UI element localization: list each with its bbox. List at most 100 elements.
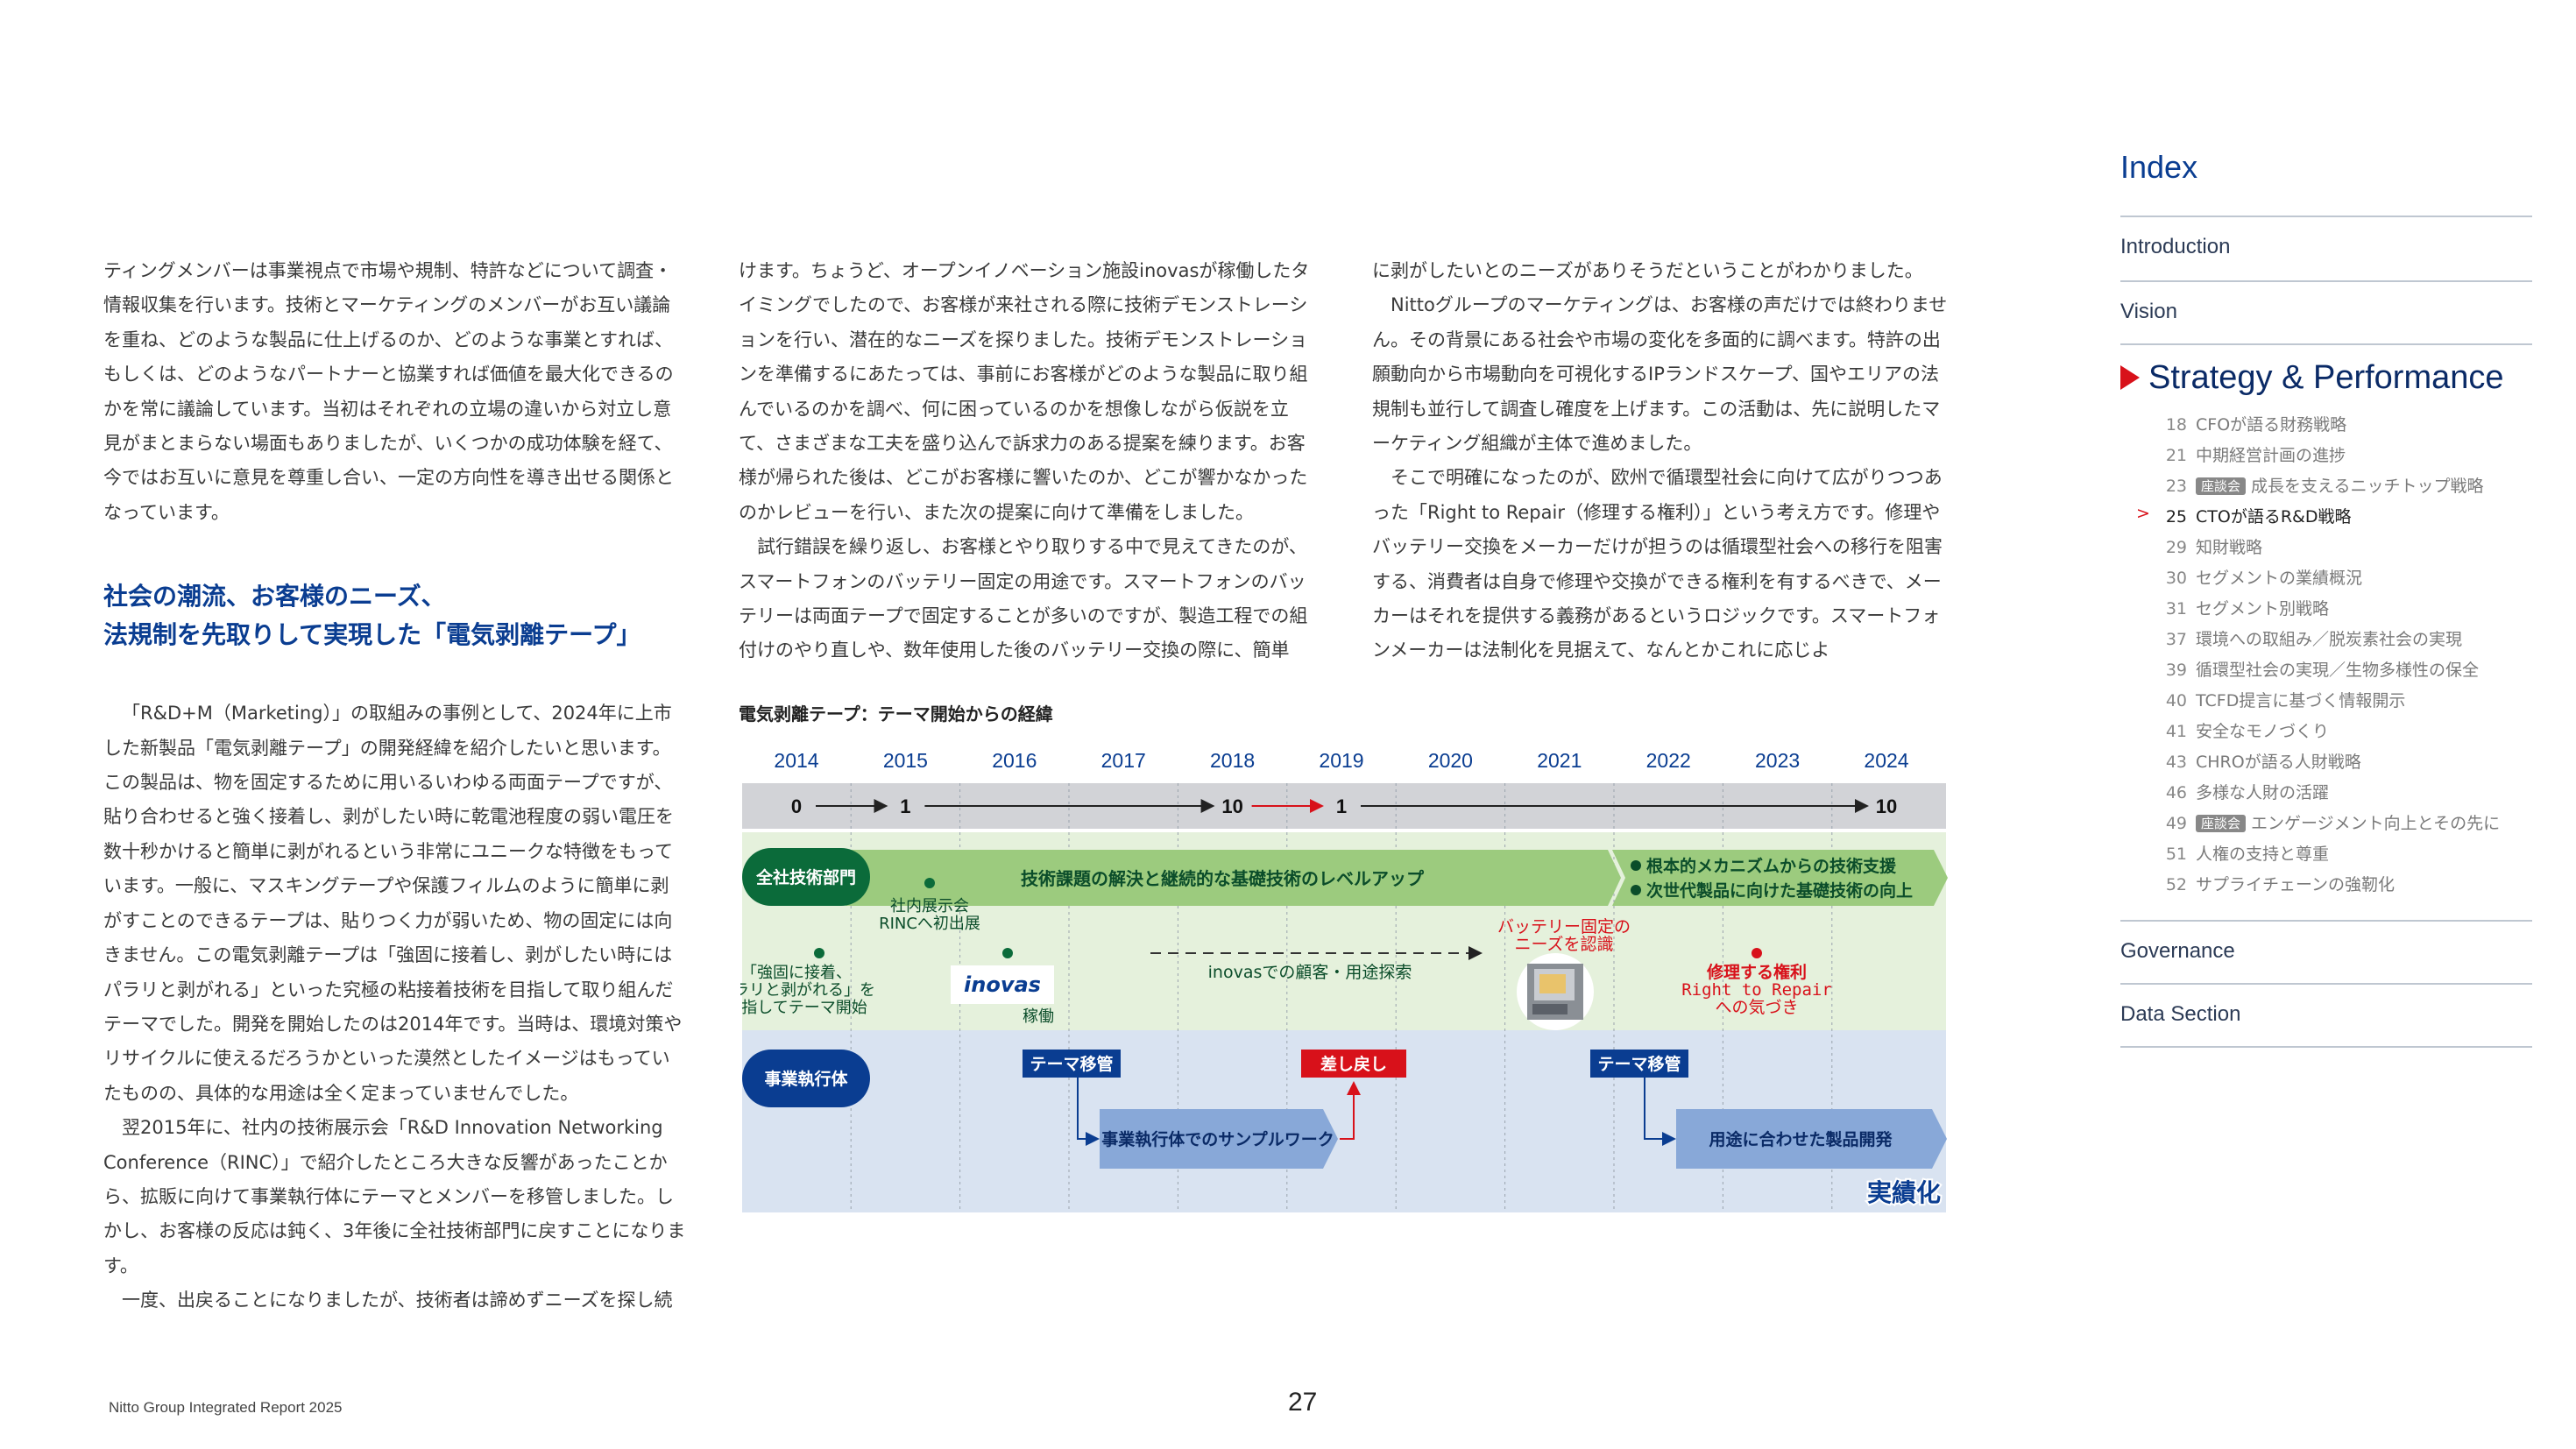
index-title: Index <box>2120 149 2198 185</box>
start-label-3: 目指してテーマ開始 <box>740 999 867 1017</box>
index-subitem[interactable]: 37 環境への取組み／脱炭素社会の実現 <box>2120 626 2462 650</box>
index-subitem[interactable]: >25 CTOが語るR&D戦略 <box>2120 504 2351 527</box>
subitem-label: エンゲージメント向上とその先に <box>2251 814 2501 833</box>
divider <box>2120 1046 2532 1048</box>
subitem-label: 成長を支えるニッチトップ戦略 <box>2251 477 2484 496</box>
year-label: 2015 <box>883 749 928 772</box>
year-label: 2016 <box>992 749 1037 772</box>
index-subitem[interactable]: 31 セグメント別戦略 <box>2120 596 2329 619</box>
divider <box>2120 280 2532 282</box>
subitem-label: セグメントの業績概況 <box>2196 569 2363 588</box>
roundtable-tag: 座談会 <box>2196 815 2247 832</box>
business-lane-label: 事業執行体 <box>764 1069 848 1089</box>
repair-label-3: への気づき <box>1715 998 1798 1017</box>
event-dot <box>1002 948 1013 958</box>
index-item-governance[interactable]: Governance <box>2120 939 2235 964</box>
bullet-dot <box>1631 860 1641 871</box>
report-footer: Nitto Group Integrated Report 2025 <box>109 1399 343 1416</box>
event-dot <box>924 878 935 888</box>
page-number: 21 <box>2165 446 2187 465</box>
battery-photo <box>1527 964 1583 1020</box>
inovas-activity-label: inovasでの顧客・用途探索 <box>1208 963 1412 982</box>
count-value: 1 <box>900 795 910 817</box>
year-label: 2014 <box>774 749 818 772</box>
subitem-label: 環境への取組み／脱炭素社会の実現 <box>2196 630 2463 649</box>
year-label: 2022 <box>1646 749 1691 772</box>
subitem-label: 安全なモノづくり <box>2196 722 2330 741</box>
divider <box>2120 983 2532 985</box>
year-label: 2018 <box>1210 749 1255 772</box>
bullet-dot <box>1631 885 1641 895</box>
end-banner-label-2: 次世代製品に向けた基礎技術の向上 <box>1646 880 1913 901</box>
index-item-strategy[interactable]: Strategy & Performance <box>2120 359 2504 397</box>
paragraph: ティングメンバーは事業視点で市場や規制、特許などについて調査・情報収集を行います… <box>103 260 674 523</box>
index-subitem[interactable]: 52 サプライチェーンの強靭化 <box>2120 872 2395 895</box>
divider <box>2120 920 2532 922</box>
rinc-label-1: 社内展示会 <box>890 897 969 915</box>
sendback-label: 差し戻し <box>1320 1054 1387 1074</box>
paragraph: 翌2015年に、社内の技術展示会「R&D Innovation Networki… <box>103 1117 686 1276</box>
transfer-tag-2-label: テーマ移管 <box>1597 1054 1681 1074</box>
index-item-introduction[interactable]: Introduction <box>2120 235 2230 259</box>
index-subitem[interactable]: 21 中期経営計画の進捗 <box>2120 442 2346 466</box>
right-text-column: に剥がしたいとのニーズがありそうだということがわかりました。 Nittoグループ… <box>1372 254 1955 668</box>
index-subitem[interactable]: 43 CHROが語る人財戦略 <box>2120 749 2361 773</box>
chart-title: 電気剥離テープ：テーマ開始からの経緯 <box>739 703 1053 724</box>
repair-label-1: 修理する権利 <box>1706 962 1807 982</box>
year-labels: 2014 2015 2016 2017 2018 2019 2020 2021 2022 2023… <box>774 749 1908 772</box>
year-label: 2021 <box>1537 749 1582 772</box>
divider <box>2120 343 2532 345</box>
left-text-column: ティングメンバーは事業視点で市場や規制、特許などについて調査・情報収集を行います… <box>103 254 686 1318</box>
battery-label-2: ニーズを認識 <box>1514 935 1613 954</box>
subitem-label: 中期経営計画の進捗 <box>2196 446 2346 465</box>
index-subitem[interactable]: 30 セグメントの業績概況 <box>2120 565 2362 589</box>
page-number: 37 <box>2165 630 2187 649</box>
year-label: 2017 <box>1101 749 1146 772</box>
product-dev-label: 用途に合わせた製品開発 <box>1709 1129 1893 1149</box>
index-item-data-section[interactable]: Data Section <box>2120 1002 2240 1027</box>
subitem-label: 知財戦略 <box>2196 538 2263 557</box>
year-label: 2024 <box>1864 749 1908 772</box>
subitem-label: 循環型社会の実現／生物多様性の保全 <box>2196 661 2480 680</box>
index-subitem[interactable]: 18 CFOが語る財務戦略 <box>2120 412 2346 435</box>
index-item-vision[interactable]: Vision <box>2120 300 2177 324</box>
page-number: 41 <box>2165 722 2187 741</box>
paragraph: そこで明確になったのが、欧州で循環型社会に向けて広がりつつあった「Right t… <box>1372 467 1943 661</box>
index-subitem[interactable]: 46 多様な人財の活躍 <box>2120 780 2329 803</box>
roundtable-tag: 座談会 <box>2196 477 2247 495</box>
start-label-1: 「強固に接着、 <box>741 964 852 982</box>
subitem-label: CHROが語る人財戦略 <box>2196 753 2361 772</box>
page-number: 29 <box>2165 538 2187 557</box>
index-subitem[interactable]: 23 座談会 成長を支えるニッチトップ戦略 <box>2120 473 2484 497</box>
index-subitem[interactable]: 41 安全なモノづくり <box>2120 718 2329 742</box>
page-number: 51 <box>2165 845 2187 864</box>
paragraph: 「R&D+M（Marketing）」の取組みの事例として、2024年に上市した新… <box>103 703 683 1104</box>
index-subitem[interactable]: 39 循環型社会の実現／生物多様性の保全 <box>2120 657 2479 681</box>
index-subitem[interactable]: 40 TCFD提言に基づく情報開示 <box>2120 688 2406 711</box>
index-subitem[interactable]: 29 知財戦略 <box>2120 534 2262 558</box>
count-value: 1 <box>1336 795 1347 817</box>
index-subitem[interactable]: 51 人権の支持と尊重 <box>2120 841 2329 865</box>
inovas-label: 稼働 <box>1023 1007 1054 1026</box>
subitem-label: サプライチェーンの強靭化 <box>2196 875 2396 894</box>
page-number: 46 <box>2165 783 2187 802</box>
event-dot <box>1752 948 1762 958</box>
page-number: 52 <box>2165 875 2187 894</box>
current-page-marker-icon: > <box>2136 504 2150 523</box>
count-value: 10 <box>1876 795 1897 817</box>
page-number: 39 <box>2165 661 2187 680</box>
count-value: 0 <box>791 795 802 817</box>
page-number: 43 <box>2165 753 2187 772</box>
page-number: 25 <box>2165 507 2187 527</box>
sample-work-label: 事業執行体でのサンプルワーク <box>1101 1129 1334 1149</box>
year-label: 2020 <box>1428 749 1473 772</box>
index-subitem[interactable]: 49 座談会 エンゲージメント向上とその先に <box>2120 810 2500 834</box>
paragraph: 一度、出戻ることになりましたが、技術者は諦めずニーズを探し続 <box>122 1290 673 1311</box>
repair-label-2: Right to Repair <box>1681 980 1832 1000</box>
page-number: 30 <box>2165 569 2187 588</box>
subitem-label: CFOが語る財務戦略 <box>2196 415 2347 435</box>
end-banner-label-1: 根本的メカニズムからの技術支援 <box>1646 856 1897 876</box>
subitem-label: TCFD提言に基づく情報開示 <box>2196 691 2406 710</box>
triangle-marker-icon <box>2120 365 2140 390</box>
realized-label: 実績化 <box>1867 1178 1941 1207</box>
